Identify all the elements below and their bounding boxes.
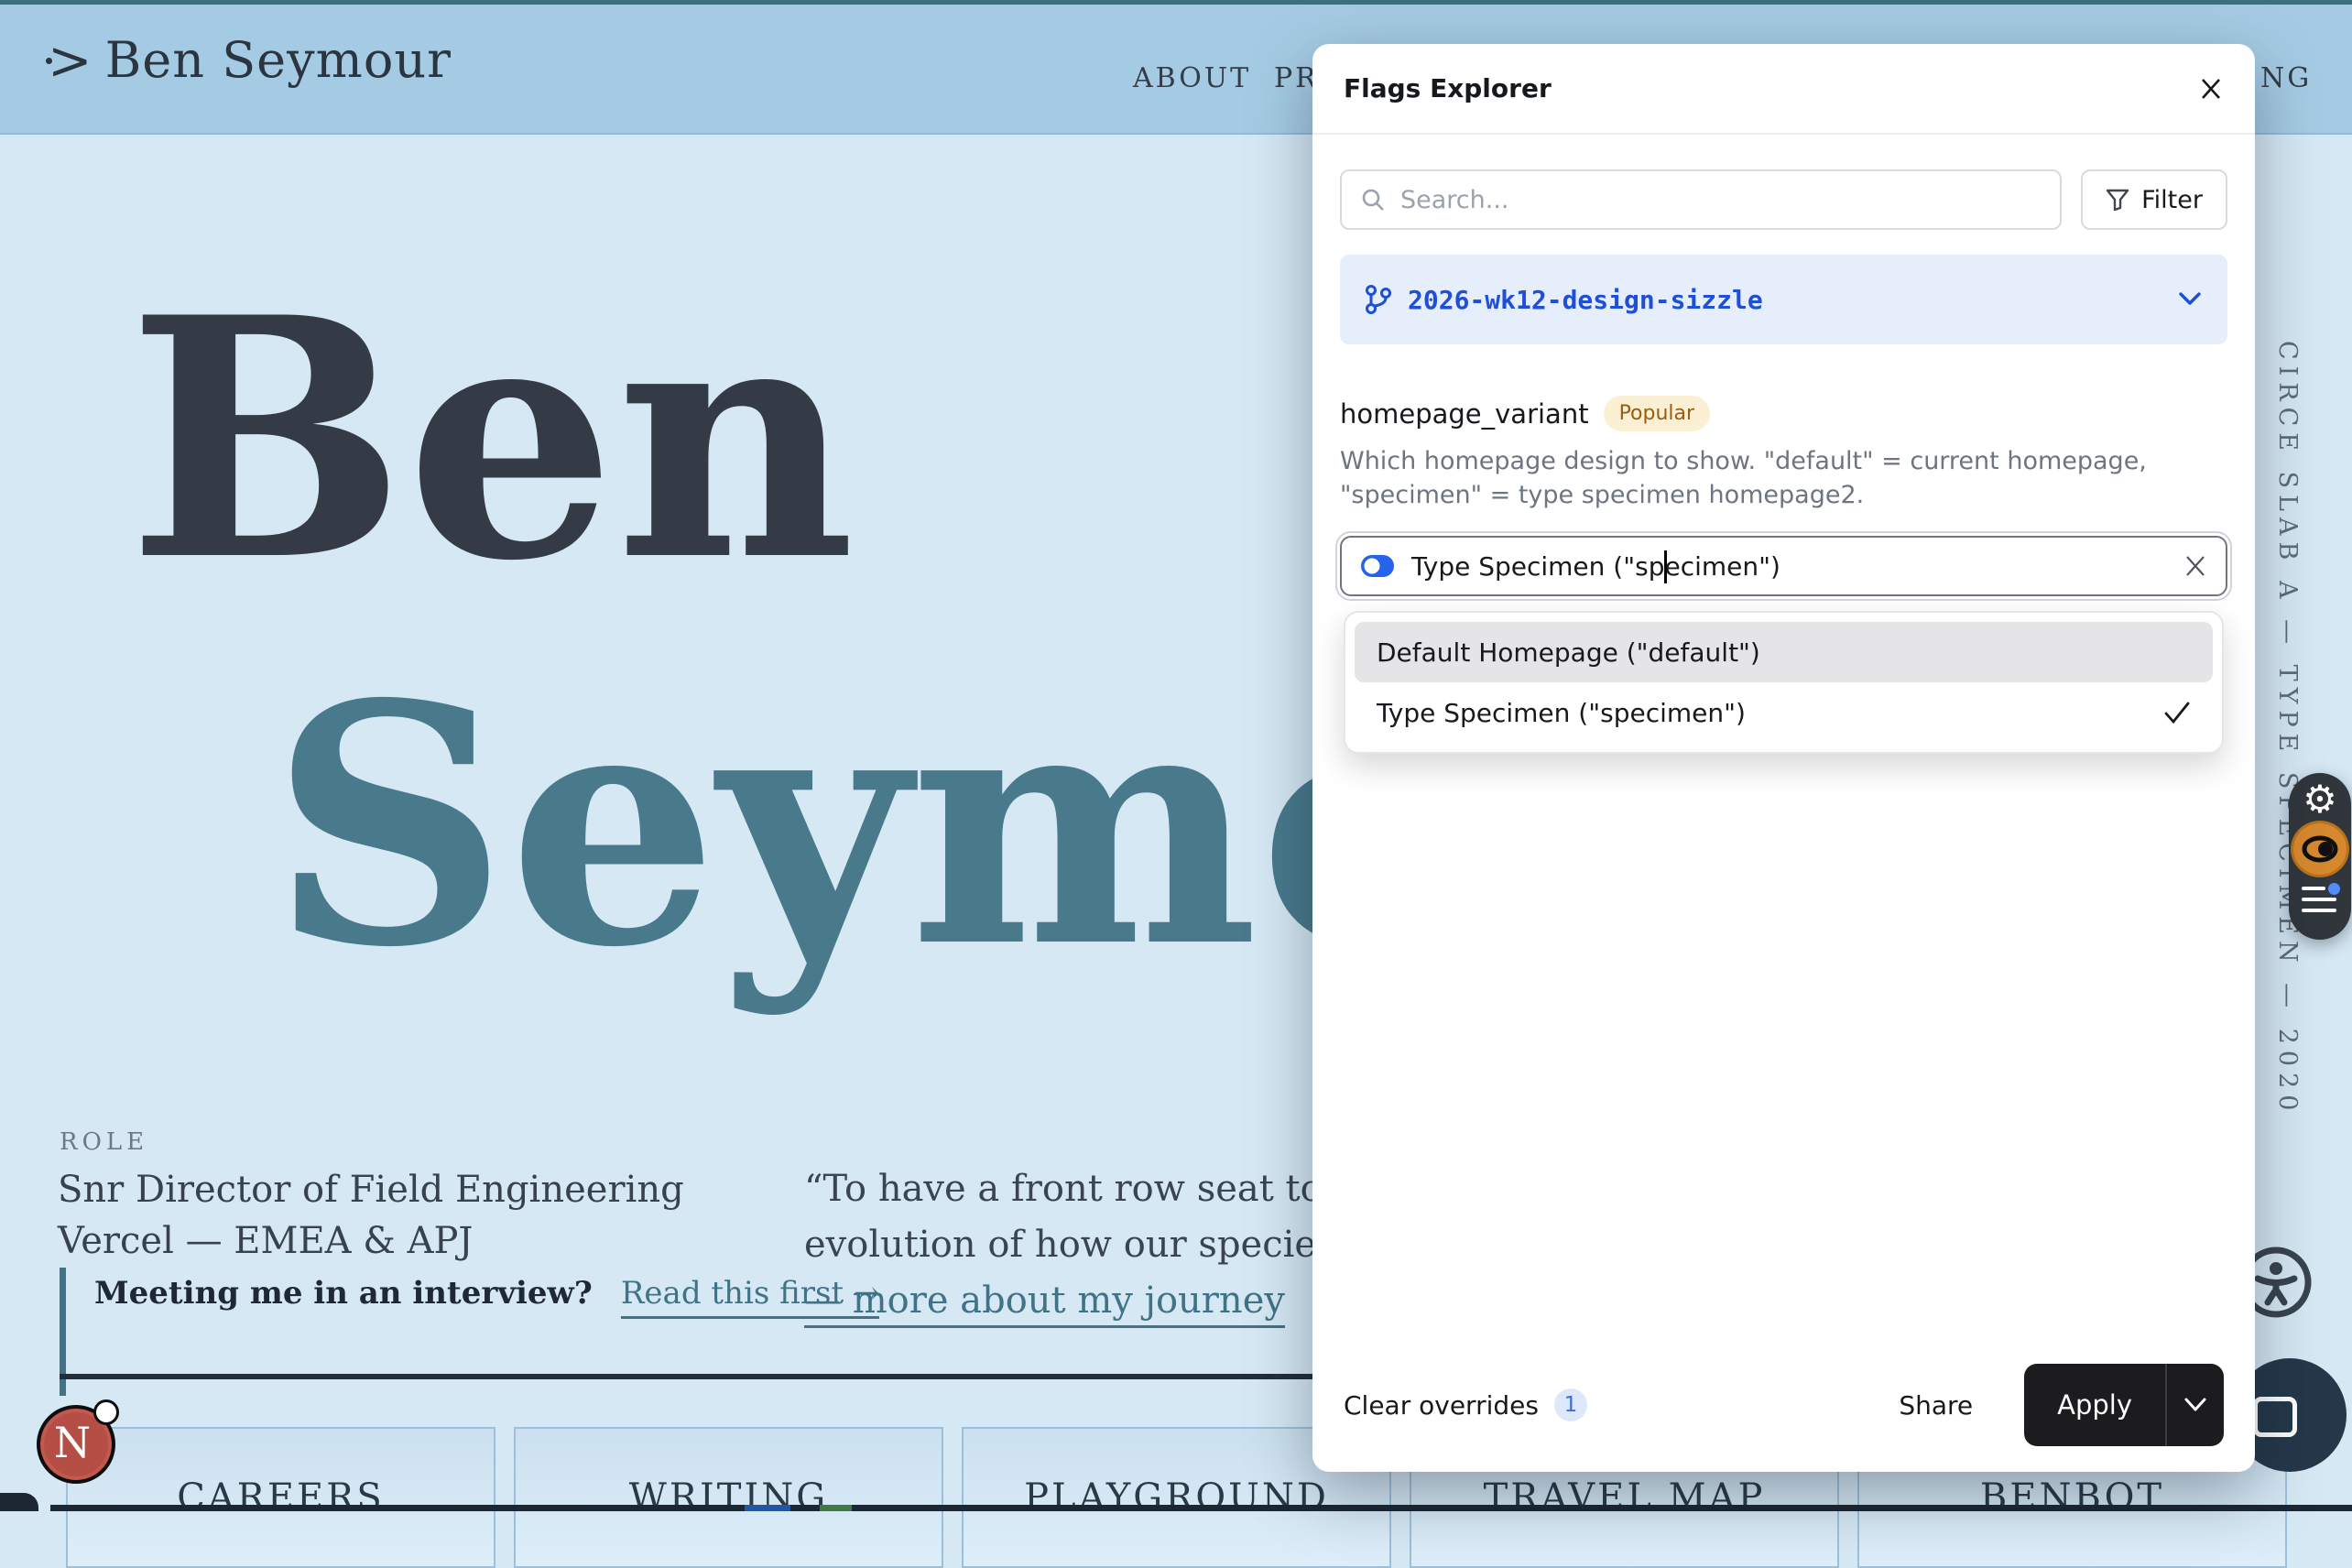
toggle-eye-icon [2299,833,2341,865]
card-title: BENBOT [1859,1476,2285,1519]
role-company: Vercel — EMEA & APJ [58,1220,473,1262]
card-title: TRAVEL MAP [1411,1476,1837,1519]
search-icon [1360,187,1386,212]
flag-description: Which homepage design to show. "default"… [1340,444,2225,512]
value-options-popup: Default Homepage ("default") Type Specim… [1344,611,2224,754]
branch-chevron[interactable] [2176,290,2204,309]
bottom-dark-strip [50,1505,2352,1511]
gear-icon[interactable]: ⚙ [2303,780,2337,819]
search-input[interactable]: Search... [1340,169,2062,230]
option-label: Type Specimen ("specimen") [1377,698,1746,728]
dev-toolbar: ⚙ [2289,773,2351,940]
role-label: ROLE [60,1128,148,1156]
card-title: WRITING [516,1476,942,1519]
panel-title: Flags Explorer [1344,73,1552,103]
flag-entry: homepage_variant Popular Which homepage … [1340,396,2227,754]
card-image-sliver [745,1505,790,1511]
apply-button[interactable]: Apply [2024,1364,2165,1446]
text-cursor [1664,550,1667,583]
check-icon [2163,701,2191,724]
role-title: Snr Director of Field Engineering [58,1169,684,1211]
interview-note: Meeting me in an interview? Read this fi… [94,1275,879,1312]
read-first-link[interactable]: Read this first → [621,1275,880,1319]
flag-value-text: Type Specimen ("specimen") [1411,551,1780,582]
avatar[interactable]: N [37,1405,115,1484]
flags-explorer-panel: Flags Explorer Search... Filter [1312,44,2255,1472]
vertical-specimen-label: CIRCE SLAB A — TYPE SPECIMEN — 2020 [2273,341,2302,1116]
toolbar-menu-button[interactable] [2300,883,2340,920]
toggle-on-icon [1360,554,1395,578]
branch-name: 2026-wk12-design-sizzle [1408,285,1763,315]
filter-button[interactable]: Filter [2081,169,2227,230]
clear-icon [2183,554,2207,578]
panel-footer: Clear overrides 1 Share Apply [1312,1351,2255,1472]
filter-icon [2106,188,2129,212]
logo-text: Ben Seymour [105,31,452,89]
flag-value-combobox[interactable]: Type Specimen ("specimen") [1340,536,2227,596]
menu-icon [2302,887,2325,890]
search-placeholder: Search... [1400,186,1509,214]
menu-notification-dot [2328,883,2340,895]
site-logo[interactable]: > Ben Seymour [48,31,452,89]
panel-header: Flags Explorer [1312,44,2255,135]
card-title: PLAYGROUND [964,1476,1389,1519]
clear-overrides-button[interactable]: Clear overrides 1 [1344,1388,1587,1421]
card-careers[interactable]: CAREERS [66,1427,495,1568]
avatar-status-dot [93,1399,119,1425]
card-image-sliver [820,1505,852,1511]
panel-body: Search... Filter 2026-wk12-design-sizzle [1312,135,2255,754]
option-label: Default Homepage ("default") [1377,637,1760,668]
hero-first-name: Ben [127,275,855,604]
clear-overrides-label: Clear overrides [1344,1390,1539,1421]
flag-name: homepage_variant [1340,398,1589,430]
logo-mark-icon: > [48,34,93,87]
nav-item-about[interactable]: ABOUT [1133,62,1251,94]
filter-label: Filter [2141,186,2203,214]
popular-badge: Popular [1604,396,1711,431]
interview-question: Meeting me in an interview? [94,1275,593,1312]
option-default-homepage[interactable]: Default Homepage ("default") [1355,622,2213,682]
window-icon [2253,1397,2297,1437]
selected-check [2163,701,2191,724]
share-button[interactable]: Share [1899,1390,1973,1421]
avatar-letter: N [40,1418,104,1467]
card-writing[interactable]: WRITING [514,1427,943,1568]
flags-override-button[interactable] [2291,821,2349,877]
branch-selector[interactable]: 2026-wk12-design-sizzle [1340,255,2227,344]
clear-value-button[interactable] [2183,554,2207,578]
chevron-down-icon [2176,290,2204,309]
close-icon [2198,76,2224,102]
nav-item-partial-right[interactable]: NG [2260,62,2312,94]
card-title: CAREERS [68,1476,494,1519]
apply-more-button[interactable] [2167,1364,2224,1446]
git-branch-icon [1364,284,1393,315]
apply-split-button: Apply [2024,1364,2224,1446]
override-count-badge: 1 [1554,1388,1587,1421]
option-type-specimen[interactable]: Type Specimen ("specimen") [1355,682,2213,743]
bottom-left-corner-shape [0,1493,38,1511]
close-button[interactable] [2198,76,2224,102]
chevron-down-icon [2183,1397,2208,1413]
